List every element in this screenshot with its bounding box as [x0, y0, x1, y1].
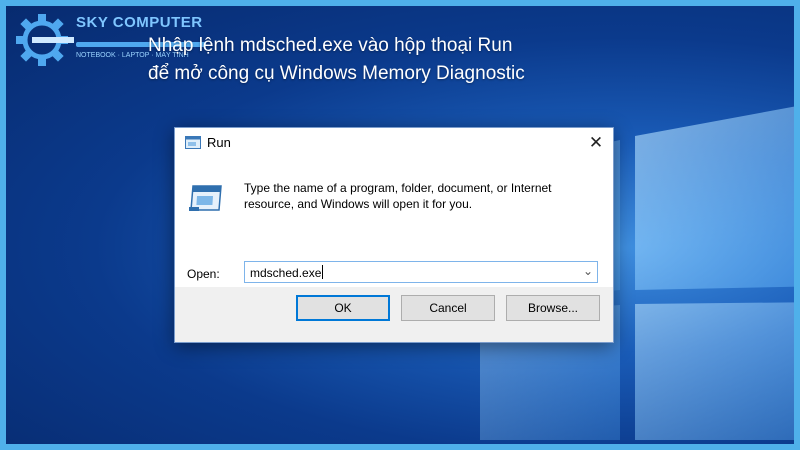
open-label: Open: — [187, 267, 220, 281]
run-icon — [185, 136, 201, 149]
cancel-button[interactable]: Cancel — [401, 295, 495, 321]
dialog-titlebar[interactable]: Run ✕ — [175, 128, 613, 158]
gear-wrench-icon — [16, 14, 74, 66]
chevron-down-icon[interactable]: ⌄ — [583, 264, 593, 278]
close-icon: ✕ — [588, 133, 604, 153]
run-dialog: Run ✕ Type the name of a program, folder… — [174, 127, 614, 343]
close-button[interactable]: ✕ — [579, 128, 613, 158]
dialog-content: Type the name of a program, folder, docu… — [175, 158, 613, 287]
dialog-title: Run — [207, 135, 231, 150]
open-input[interactable]: mdsched.exe — [250, 265, 324, 280]
text-caret — [322, 265, 324, 279]
caption-line-1: Nhập lệnh mdsched.exe vào hộp thoại Run — [148, 35, 513, 56]
run-program-icon — [189, 185, 222, 211]
caption-line-2: để mở công cụ Windows Memory Diagnostic — [148, 63, 525, 84]
open-label-text: Open: — [187, 267, 220, 281]
browse-button[interactable]: Browse... — [506, 295, 600, 321]
brand-name: SKY COMPUTER — [76, 14, 203, 31]
dialog-description: Type the name of a program, folder, docu… — [244, 181, 552, 211]
browse-button-label: Browse... — [527, 301, 578, 315]
open-input-value: mdsched.exe — [250, 266, 322, 280]
ok-button[interactable]: OK — [296, 295, 390, 321]
open-combobox[interactable]: mdsched.exe ⌄ — [244, 261, 598, 283]
caption: Nhập lệnh mdsched.exe vào hộp thoại Run … — [148, 32, 525, 88]
